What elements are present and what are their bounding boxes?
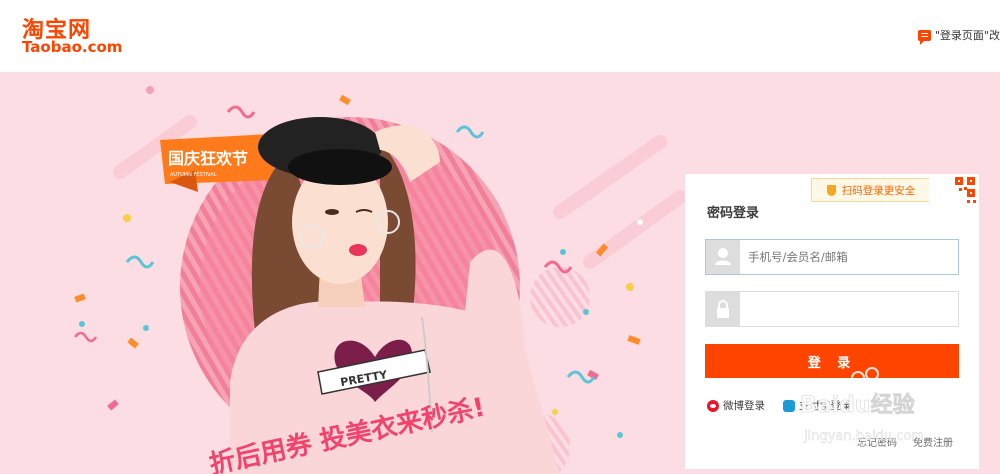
username-field[interactable] xyxy=(705,239,959,275)
feedback-text: "登录页面"改 xyxy=(934,29,1000,42)
password-field[interactable] xyxy=(705,291,959,327)
login-button[interactable]: 登 录 xyxy=(705,344,959,378)
feedback-link[interactable]: "登录页面"改 xyxy=(917,27,1000,45)
weibo-login-label: 微博登录 xyxy=(723,400,765,412)
register-link[interactable]: 免费注册 xyxy=(913,434,953,449)
username-input[interactable] xyxy=(748,240,948,274)
alt-login-row: 微博登录 支付宝登录 xyxy=(707,398,870,413)
taobao-logo[interactable]: 淘宝网 Taobao.com xyxy=(22,12,132,56)
alipay-login-link[interactable]: 支付宝登录 xyxy=(783,398,852,413)
lock-icon xyxy=(706,292,740,326)
qr-login-hint[interactable]: 扫码登录更安全 xyxy=(811,178,931,202)
svg-text:AUTUMN FESTIVAL: AUTUMN FESTIVAL xyxy=(170,172,217,178)
qr-code-icon[interactable] xyxy=(929,174,979,224)
password-login-title: 密码登录 xyxy=(707,206,760,221)
user-icon xyxy=(706,240,740,274)
forgot-password-link[interactable]: 忘记密码 xyxy=(857,434,897,449)
alipay-login-label: 支付宝登录 xyxy=(799,400,852,412)
weibo-icon xyxy=(707,399,719,412)
logo-english-text: Taobao.com xyxy=(22,38,123,56)
account-links: 忘记密码 免费注册 xyxy=(841,434,953,449)
alipay-icon xyxy=(783,399,795,412)
svg-text:国庆狂欢节: 国庆狂欢节 xyxy=(168,149,248,168)
password-input[interactable] xyxy=(748,292,948,326)
shield-icon xyxy=(826,184,836,196)
message-icon xyxy=(917,29,931,45)
login-panel: 扫码登录更安全 密码登录 登 录 微博登录 支付宝登录 xyxy=(685,174,979,469)
page-header: 淘宝网 Taobao.com "登录页面"改 xyxy=(0,0,1000,72)
qr-hint-text: 扫码登录更安全 xyxy=(841,184,916,197)
weibo-login-link[interactable]: 微博登录 xyxy=(707,398,765,413)
